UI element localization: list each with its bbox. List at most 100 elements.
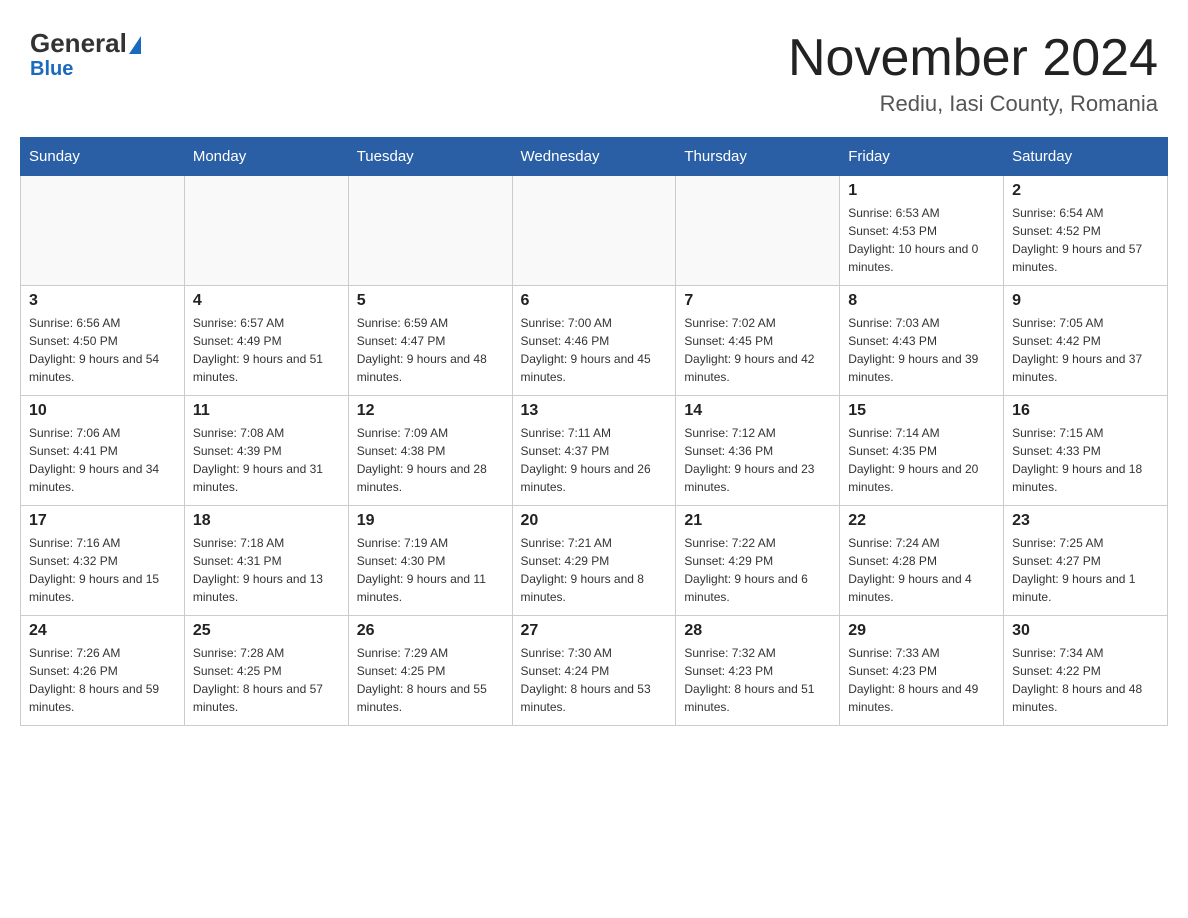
day-info: Sunrise: 7:14 AMSunset: 4:35 PMDaylight:… bbox=[848, 424, 995, 496]
calendar-cell: 1Sunrise: 6:53 AMSunset: 4:53 PMDaylight… bbox=[840, 176, 1004, 286]
calendar-cell: 28 Sunrise: 7:32 AMSunset: 4:23 PMDayligh… bbox=[676, 616, 840, 726]
calendar-cell: 5Sunrise: 6:59 AMSunset: 4:47 PMDaylight… bbox=[348, 286, 512, 396]
day-info: Sunrise: 6:59 AMSunset: 4:47 PMDaylight:… bbox=[357, 314, 504, 386]
calendar-cell: 19 Sunrise: 7:19 AMSunset: 4:30 PMDayligh… bbox=[348, 506, 512, 616]
day-info: Sunrise: 7:32 AMSunset: 4:23 PMDaylight:… bbox=[684, 644, 831, 716]
calendar-cell: 30Sunrise: 7:34 AMSunset: 4:22 PMDayligh… bbox=[1004, 616, 1168, 726]
calendar-cell bbox=[512, 176, 676, 286]
weekday-header-tuesday: Tuesday bbox=[348, 138, 512, 176]
day-info: Sunrise: 7:09 AMSunset: 4:38 PMDaylight:… bbox=[357, 424, 504, 496]
calendar-cell: 14 Sunrise: 7:12 AMSunset: 4:36 PMDayligh… bbox=[676, 396, 840, 506]
calendar-cell: 6Sunrise: 7:00 AMSunset: 4:46 PMDaylight… bbox=[512, 286, 676, 396]
calendar-cell: 29Sunrise: 7:33 AMSunset: 4:23 PMDayligh… bbox=[840, 616, 1004, 726]
day-number: 17 bbox=[29, 512, 176, 530]
day-info: Sunrise: 6:57 AMSunset: 4:49 PMDaylight:… bbox=[193, 314, 340, 386]
logo-general-text: General bbox=[30, 28, 127, 58]
month-year-title: November 2024 bbox=[788, 30, 1158, 87]
weekday-header-friday: Friday bbox=[840, 138, 1004, 176]
day-number: 23 bbox=[1012, 512, 1159, 530]
weekday-header-sunday: Sunday bbox=[21, 138, 185, 176]
day-number: 8 bbox=[848, 292, 995, 310]
day-info: Sunrise: 7:29 AMSunset: 4:25 PMDaylight:… bbox=[357, 644, 504, 716]
calendar-cell: 9 Sunrise: 7:05 AMSunset: 4:42 PMDaylight… bbox=[1004, 286, 1168, 396]
day-number: 4 bbox=[193, 292, 340, 310]
day-info: Sunrise: 7:15 AMSunset: 4:33 PMDaylight:… bbox=[1012, 424, 1159, 496]
calendar-cell bbox=[21, 176, 185, 286]
day-number: 15 bbox=[848, 402, 995, 420]
calendar-cell: 8 Sunrise: 7:03 AMSunset: 4:43 PMDaylight… bbox=[840, 286, 1004, 396]
weekday-header-row: SundayMondayTuesdayWednesdayThursdayFrid… bbox=[21, 138, 1168, 176]
weekday-header-wednesday: Wednesday bbox=[512, 138, 676, 176]
logo-text: General bbox=[30, 30, 141, 56]
day-info: Sunrise: 7:25 AMSunset: 4:27 PMDaylight:… bbox=[1012, 534, 1159, 606]
day-number: 11 bbox=[193, 402, 340, 420]
weekday-header-saturday: Saturday bbox=[1004, 138, 1168, 176]
calendar-cell: 26 Sunrise: 7:29 AMSunset: 4:25 PMDayligh… bbox=[348, 616, 512, 726]
day-info: Sunrise: 7:16 AMSunset: 4:32 PMDaylight:… bbox=[29, 534, 176, 606]
day-info: Sunrise: 7:05 AMSunset: 4:42 PMDaylight:… bbox=[1012, 314, 1159, 386]
day-info: Sunrise: 7:30 AMSunset: 4:24 PMDaylight:… bbox=[521, 644, 668, 716]
day-info: Sunrise: 7:12 AMSunset: 4:36 PMDaylight:… bbox=[684, 424, 831, 496]
weekday-header-monday: Monday bbox=[184, 138, 348, 176]
day-number: 28 bbox=[684, 622, 831, 640]
day-number: 3 bbox=[29, 292, 176, 310]
calendar-cell: 27 Sunrise: 7:30 AMSunset: 4:24 PMDayligh… bbox=[512, 616, 676, 726]
calendar-cell: 12 Sunrise: 7:09 AMSunset: 4:38 PMDayligh… bbox=[348, 396, 512, 506]
day-number: 26 bbox=[357, 622, 504, 640]
page-header: General Blue November 2024 Rediu, Iasi C… bbox=[20, 20, 1168, 117]
calendar-cell: 7 Sunrise: 7:02 AMSunset: 4:45 PMDaylight… bbox=[676, 286, 840, 396]
day-info: Sunrise: 7:08 AMSunset: 4:39 PMDaylight:… bbox=[193, 424, 340, 496]
day-info: Sunrise: 6:53 AMSunset: 4:53 PMDaylight:… bbox=[848, 204, 995, 276]
day-number: 12 bbox=[357, 402, 504, 420]
day-number: 7 bbox=[684, 292, 831, 310]
day-number: 29 bbox=[848, 622, 995, 640]
calendar-cell: 18Sunrise: 7:18 AMSunset: 4:31 PMDayligh… bbox=[184, 506, 348, 616]
calendar-cell bbox=[676, 176, 840, 286]
calendar-cell: 2 Sunrise: 6:54 AMSunset: 4:52 PMDaylight… bbox=[1004, 176, 1168, 286]
calendar-table: SundayMondayTuesdayWednesdayThursdayFrid… bbox=[20, 137, 1168, 726]
day-number: 24 bbox=[29, 622, 176, 640]
title-block: November 2024 Rediu, Iasi County, Romani… bbox=[788, 30, 1158, 117]
day-number: 16 bbox=[1012, 402, 1159, 420]
calendar-cell: 3 Sunrise: 6:56 AMSunset: 4:50 PMDaylight… bbox=[21, 286, 185, 396]
day-info: Sunrise: 7:18 AMSunset: 4:31 PMDaylight:… bbox=[193, 534, 340, 606]
day-info: Sunrise: 7:06 AMSunset: 4:41 PMDaylight:… bbox=[29, 424, 176, 496]
day-info: Sunrise: 6:56 AMSunset: 4:50 PMDaylight:… bbox=[29, 314, 176, 386]
logo: General Blue bbox=[30, 30, 141, 81]
calendar-cell: 13Sunrise: 7:11 AMSunset: 4:37 PMDayligh… bbox=[512, 396, 676, 506]
week-row-1: 1Sunrise: 6:53 AMSunset: 4:53 PMDaylight… bbox=[21, 176, 1168, 286]
calendar-cell: 16 Sunrise: 7:15 AMSunset: 4:33 PMDayligh… bbox=[1004, 396, 1168, 506]
day-number: 10 bbox=[29, 402, 176, 420]
day-number: 19 bbox=[357, 512, 504, 530]
day-number: 14 bbox=[684, 402, 831, 420]
day-number: 22 bbox=[848, 512, 995, 530]
calendar-cell: 25Sunrise: 7:28 AMSunset: 4:25 PMDayligh… bbox=[184, 616, 348, 726]
weekday-header-thursday: Thursday bbox=[676, 138, 840, 176]
day-number: 13 bbox=[521, 402, 668, 420]
day-number: 9 bbox=[1012, 292, 1159, 310]
day-number: 25 bbox=[193, 622, 340, 640]
day-number: 21 bbox=[684, 512, 831, 530]
day-number: 20 bbox=[521, 512, 668, 530]
day-info: Sunrise: 7:26 AMSunset: 4:26 PMDaylight:… bbox=[29, 644, 176, 716]
week-row-2: 3 Sunrise: 6:56 AMSunset: 4:50 PMDaylight… bbox=[21, 286, 1168, 396]
day-info: Sunrise: 7:21 AMSunset: 4:29 PMDaylight:… bbox=[521, 534, 668, 606]
day-info: Sunrise: 7:19 AMSunset: 4:30 PMDaylight:… bbox=[357, 534, 504, 606]
calendar-cell: 4 Sunrise: 6:57 AMSunset: 4:49 PMDaylight… bbox=[184, 286, 348, 396]
day-info: Sunrise: 7:03 AMSunset: 4:43 PMDaylight:… bbox=[848, 314, 995, 386]
calendar-cell bbox=[348, 176, 512, 286]
calendar-cell: 20 Sunrise: 7:21 AMSunset: 4:29 PMDayligh… bbox=[512, 506, 676, 616]
day-info: Sunrise: 7:02 AMSunset: 4:45 PMDaylight:… bbox=[684, 314, 831, 386]
day-info: Sunrise: 6:54 AMSunset: 4:52 PMDaylight:… bbox=[1012, 204, 1159, 276]
week-row-5: 24 Sunrise: 7:26 AMSunset: 4:26 PMDayligh… bbox=[21, 616, 1168, 726]
location-subtitle: Rediu, Iasi County, Romania bbox=[788, 91, 1158, 117]
day-info: Sunrise: 7:24 AMSunset: 4:28 PMDaylight:… bbox=[848, 534, 995, 606]
day-info: Sunrise: 7:34 AMSunset: 4:22 PMDaylight:… bbox=[1012, 644, 1159, 716]
calendar-cell: 24 Sunrise: 7:26 AMSunset: 4:26 PMDayligh… bbox=[21, 616, 185, 726]
calendar-cell: 11 Sunrise: 7:08 AMSunset: 4:39 PMDayligh… bbox=[184, 396, 348, 506]
day-number: 6 bbox=[521, 292, 668, 310]
calendar-cell: 17 Sunrise: 7:16 AMSunset: 4:32 PMDayligh… bbox=[21, 506, 185, 616]
day-number: 27 bbox=[521, 622, 668, 640]
logo-blue-text: Blue bbox=[30, 58, 73, 81]
day-number: 2 bbox=[1012, 182, 1159, 200]
